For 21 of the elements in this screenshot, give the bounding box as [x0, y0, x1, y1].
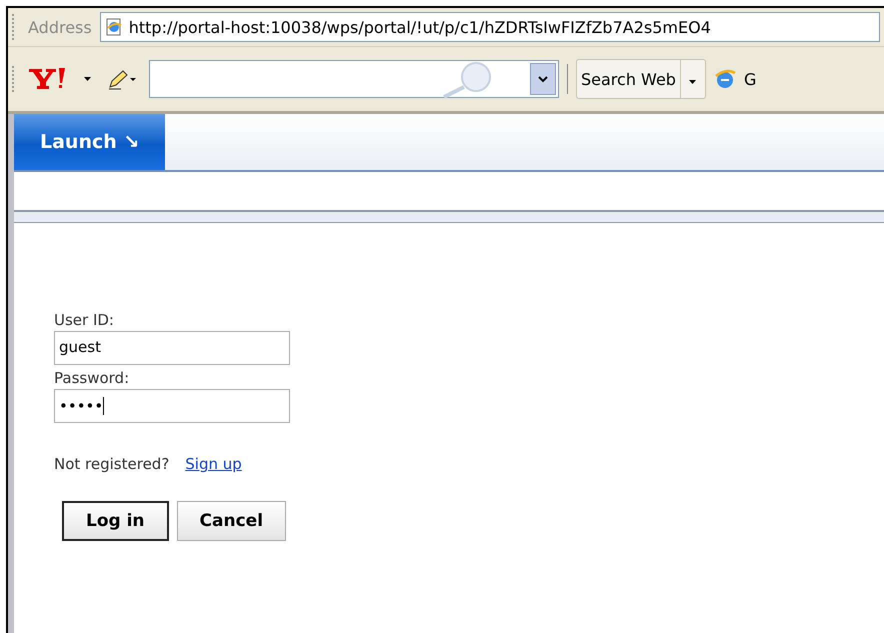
page-icon: [104, 18, 123, 36]
sign-up-link[interactable]: Sign up: [185, 455, 242, 473]
e-logo-icon: [714, 68, 736, 90]
launch-tab[interactable]: Launch ↘: [14, 114, 166, 170]
search-field[interactable]: [149, 60, 559, 98]
dropdown-icon[interactable]: [530, 63, 556, 95]
pencil-icon[interactable]: [107, 68, 137, 90]
user-id-label: User ID:: [54, 310, 114, 331]
log-in-button[interactable]: Log in: [62, 501, 169, 541]
register-prompt: Not registered?: [54, 455, 170, 473]
search-web-button[interactable]: Search Web: [576, 59, 680, 99]
cancel-button[interactable]: Cancel: [176, 501, 286, 541]
address-field[interactable]: http://portal-host:10038/wps/portal/!ut/p/c1/hZDRTsIwFIZfZb7A2s5mEO4: [100, 12, 880, 42]
address-label: Address: [28, 18, 92, 36]
go-button[interactable]: G: [744, 70, 756, 88]
url-text: http://portal-host:10038/wps/portal/!ut/p/c1/hZDRTsIwFIZfZb7A2s5mEO4: [128, 18, 711, 36]
y-logo-icon[interactable]: [28, 66, 68, 92]
password-label: Password:: [54, 368, 130, 389]
caret-icon[interactable]: [84, 77, 91, 81]
password-field[interactable]: •••••: [54, 389, 290, 423]
user-id-field[interactable]: guest: [54, 331, 290, 365]
